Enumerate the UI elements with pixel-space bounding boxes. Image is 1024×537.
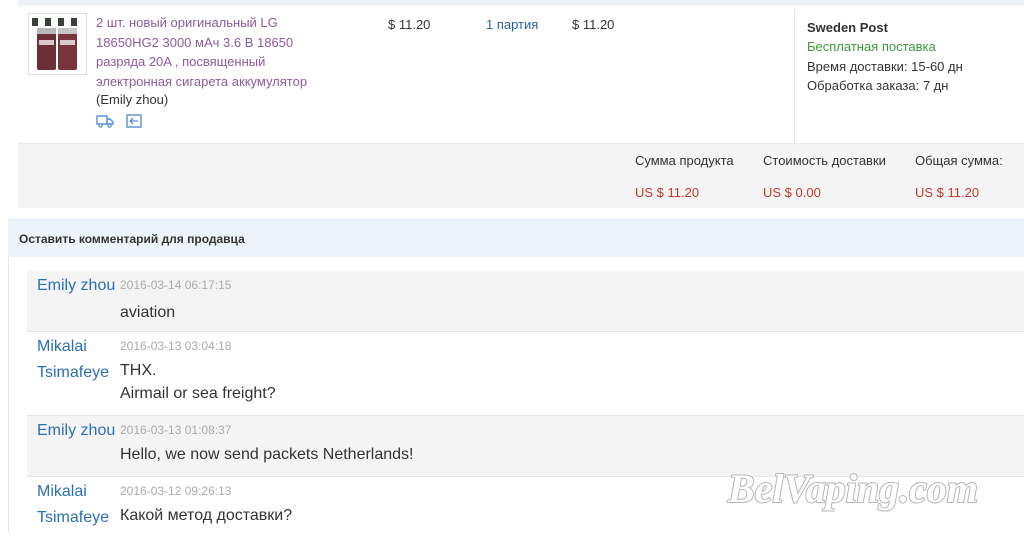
shipping-cost-value: US $ 0.00	[763, 185, 821, 200]
message-date: 2016-03-12 09:26:13	[120, 484, 232, 498]
feedback-title: Оставить комментарий для продавца	[19, 232, 245, 246]
watermark-text: BelVaping.com	[727, 466, 978, 511]
order-product-row: 2 шт. новый оригинальный LG 18650HG2 300…	[18, 4, 1024, 147]
message-author: Mikalai Tsimafeye	[37, 483, 110, 526]
total-sum-value: US $ 11.20	[915, 185, 980, 200]
feedback-header: Оставить комментарий для продавца	[8, 219, 1024, 258]
unit-price: $ 11.20	[388, 17, 431, 32]
message-date: 2016-03-14 06:17:15	[120, 278, 232, 292]
message-text: aviation	[120, 304, 176, 321]
quantity: 1 партия	[486, 17, 539, 32]
shipping-info: Sweden Post Бесплатная поставка Время до…	[794, 9, 1024, 147]
line-total: $ 11.20	[572, 17, 615, 32]
free-shipping-label: Бесплатная поставка	[807, 39, 936, 54]
message-author: Emily zhou	[37, 277, 116, 294]
shipping-carrier: Sweden Post	[807, 20, 888, 35]
product-sum-value: US $ 11.20	[635, 185, 700, 200]
processing-time: Обработка заказа: 7 дн	[807, 78, 949, 93]
watermark-logo: BelVaping.com	[726, 465, 979, 512]
message-item: Emily zhou 2016-03-14 06:17:15 aviation	[27, 271, 1024, 332]
total-sum-label: Общая сумма:	[915, 153, 1003, 168]
return-icon[interactable]	[126, 114, 143, 133]
shipping-cost-label: Стоимость доставки	[763, 153, 886, 168]
message-item: Mikalai Tsimafeye 2016-03-13 03:04:18 TH…	[27, 332, 1024, 416]
message-author: Mikalai Tsimafeye	[37, 338, 110, 381]
order-summary: Сумма продукта US $ 11.20 Стоимость дост…	[18, 143, 1024, 208]
product-name-link[interactable]: 2 шт. новый оригинальный LG 18650HG2 300…	[96, 13, 328, 91]
product-sum-label: Сумма продукта	[635, 153, 734, 168]
message-author: Emily zhou	[37, 422, 116, 439]
delivery-time: Время доставки: 15-60 дн	[807, 59, 963, 74]
product-service-icons	[96, 114, 150, 133]
message-text: THX. Airmail or sea freight?	[120, 362, 276, 402]
message-date: 2016-03-13 01:08:37	[120, 423, 232, 437]
message-date: 2016-03-13 03:04:18	[120, 339, 232, 353]
seller-name: (Emily zhou)	[96, 92, 169, 107]
product-thumbnail[interactable]	[28, 13, 87, 75]
truck-icon[interactable]	[96, 114, 114, 133]
